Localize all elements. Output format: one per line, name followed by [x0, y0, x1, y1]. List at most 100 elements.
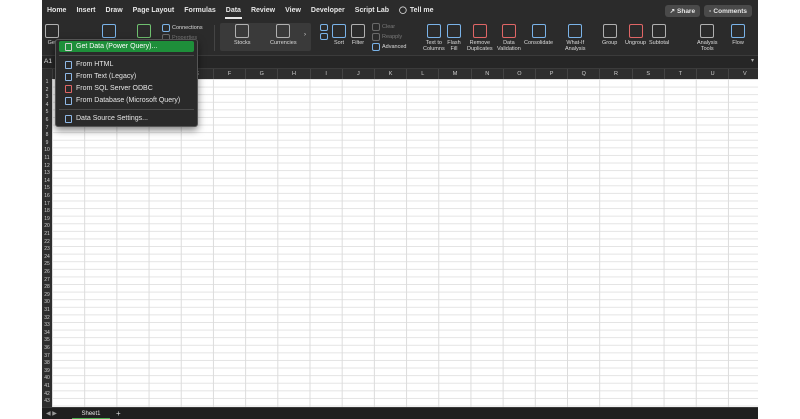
column-header[interactable]: J: [341, 69, 374, 79]
row-header[interactable]: 18: [42, 208, 52, 215]
what-if-analysis-button[interactable]: What-If Analysis: [565, 22, 585, 52]
sort-az-button[interactable]: [320, 22, 328, 40]
row-header[interactable]: 10: [42, 147, 52, 154]
tab-draw[interactable]: Draw: [101, 0, 128, 22]
column-header[interactable]: S: [631, 69, 664, 79]
currencies-button[interactable]: Currencies: [270, 22, 297, 46]
row-header[interactable]: 32: [42, 315, 52, 322]
menu-item-from-html[interactable]: From HTML: [59, 59, 194, 70]
row-header[interactable]: 29: [42, 292, 52, 299]
column-header[interactable]: R: [599, 69, 631, 79]
row-header[interactable]: 9: [42, 140, 52, 147]
column-header[interactable]: G: [245, 69, 277, 79]
cell-area[interactable]: [52, 79, 758, 407]
row-header[interactable]: 3: [42, 94, 52, 101]
clear-filter-button[interactable]: Clear: [372, 23, 395, 31]
row-header[interactable]: 36: [42, 345, 52, 352]
tab-insert[interactable]: Insert: [71, 0, 100, 22]
column-header[interactable]: F: [213, 69, 245, 79]
column-header[interactable]: H: [277, 69, 309, 79]
column-header[interactable]: K: [374, 69, 406, 79]
add-sheet-button[interactable]: +: [116, 408, 121, 419]
tell-me-search[interactable]: ◯ Tell me: [394, 0, 438, 22]
row-header[interactable]: 25: [42, 261, 52, 268]
sheet-nav-arrows[interactable]: ◀ ▶: [46, 410, 57, 417]
tab-developer[interactable]: Developer: [306, 0, 350, 22]
row-header[interactable]: 16: [42, 193, 52, 200]
row-header[interactable]: 40: [42, 375, 52, 382]
row-header[interactable]: 39: [42, 368, 52, 375]
sheet-tab-sheet1[interactable]: Sheet1: [72, 408, 110, 419]
tab-data[interactable]: Data: [221, 0, 246, 22]
tab-view[interactable]: View: [280, 0, 306, 22]
row-header[interactable]: 43: [42, 398, 52, 405]
row-header[interactable]: 28: [42, 284, 52, 291]
column-header[interactable]: U: [696, 69, 728, 79]
row-header[interactable]: 42: [42, 391, 52, 398]
row-header[interactable]: 13: [42, 170, 52, 177]
data-validation-button[interactable]: Data Validation: [497, 22, 521, 52]
advanced-filter-button[interactable]: Advanced: [372, 43, 406, 51]
consolidate-button[interactable]: Consolidate: [524, 22, 553, 46]
menu-item-get-data-power-query[interactable]: Get Data (Power Query)...: [59, 41, 194, 52]
row-header[interactable]: 12: [42, 163, 52, 170]
filter-button[interactable]: Filter: [351, 22, 365, 46]
tab-page-layout[interactable]: Page Layout: [128, 0, 180, 22]
column-header[interactable]: O: [502, 69, 535, 79]
row-header[interactable]: 24: [42, 254, 52, 261]
row-header[interactable]: 38: [42, 360, 52, 367]
tab-formulas[interactable]: Formulas: [179, 0, 221, 22]
sort-button[interactable]: Sort: [332, 22, 346, 46]
row-header[interactable]: 15: [42, 185, 52, 192]
group-button[interactable]: Group: [602, 22, 617, 46]
row-header[interactable]: 27: [42, 277, 52, 284]
row-header[interactable]: 2: [42, 87, 52, 94]
row-header[interactable]: 35: [42, 337, 52, 344]
analysis-tools-button[interactable]: Analysis Tools: [697, 22, 717, 52]
row-header[interactable]: 6: [42, 117, 52, 124]
row-header[interactable]: 22: [42, 239, 52, 246]
row-header[interactable]: 37: [42, 353, 52, 360]
row-header[interactable]: 14: [42, 178, 52, 185]
menu-item-data-source-settings[interactable]: Data Source Settings...: [59, 113, 194, 124]
row-header[interactable]: 17: [42, 201, 52, 208]
row-header[interactable]: 4: [42, 102, 52, 109]
column-header[interactable]: N: [470, 69, 503, 79]
row-header[interactable]: 5: [42, 109, 52, 116]
row-header[interactable]: 1: [42, 79, 52, 86]
column-header[interactable]: I: [309, 69, 342, 79]
tab-script-lab[interactable]: Script Lab: [350, 0, 394, 22]
remove-duplicates-button[interactable]: Remove Duplicates: [467, 22, 493, 52]
share-button[interactable]: ↗ Share: [664, 5, 701, 17]
row-header[interactable]: 31: [42, 307, 52, 314]
row-header[interactable]: 7: [42, 125, 52, 132]
row-header[interactable]: 26: [42, 269, 52, 276]
column-header[interactable]: P: [535, 69, 567, 79]
row-header[interactable]: 41: [42, 383, 52, 390]
stocks-button[interactable]: Stocks: [234, 22, 251, 46]
row-header[interactable]: 19: [42, 216, 52, 223]
row-header[interactable]: 21: [42, 231, 52, 238]
row-header[interactable]: 11: [42, 155, 52, 162]
flow-button[interactable]: Flow: [731, 22, 745, 46]
menu-item-from-text-legacy[interactable]: From Text (Legacy): [59, 71, 194, 82]
formula-expand-icon[interactable]: ▾: [751, 57, 754, 64]
gallery-expand-button[interactable]: ›: [304, 32, 306, 38]
reapply-button[interactable]: Reapply: [372, 33, 402, 41]
text-to-columns-button[interactable]: Text to Columns: [423, 22, 445, 52]
row-header[interactable]: 20: [42, 223, 52, 230]
column-header[interactable]: T: [663, 69, 696, 79]
flash-fill-button[interactable]: Flash Fill: [447, 22, 461, 52]
tab-review[interactable]: Review: [246, 0, 280, 22]
row-header[interactable]: 30: [42, 299, 52, 306]
menu-item-from-database-microsoft-query[interactable]: From Database (Microsoft Query): [59, 95, 194, 106]
row-header[interactable]: 8: [42, 132, 52, 139]
tab-home[interactable]: Home: [42, 0, 71, 22]
ungroup-button[interactable]: Ungroup: [625, 22, 646, 46]
row-header[interactable]: 23: [42, 246, 52, 253]
row-header[interactable]: 34: [42, 330, 52, 337]
column-header[interactable]: Q: [567, 69, 599, 79]
comments-button[interactable]: ▫ Comments: [704, 5, 752, 17]
column-header[interactable]: M: [438, 69, 470, 79]
column-header[interactable]: L: [406, 69, 438, 79]
